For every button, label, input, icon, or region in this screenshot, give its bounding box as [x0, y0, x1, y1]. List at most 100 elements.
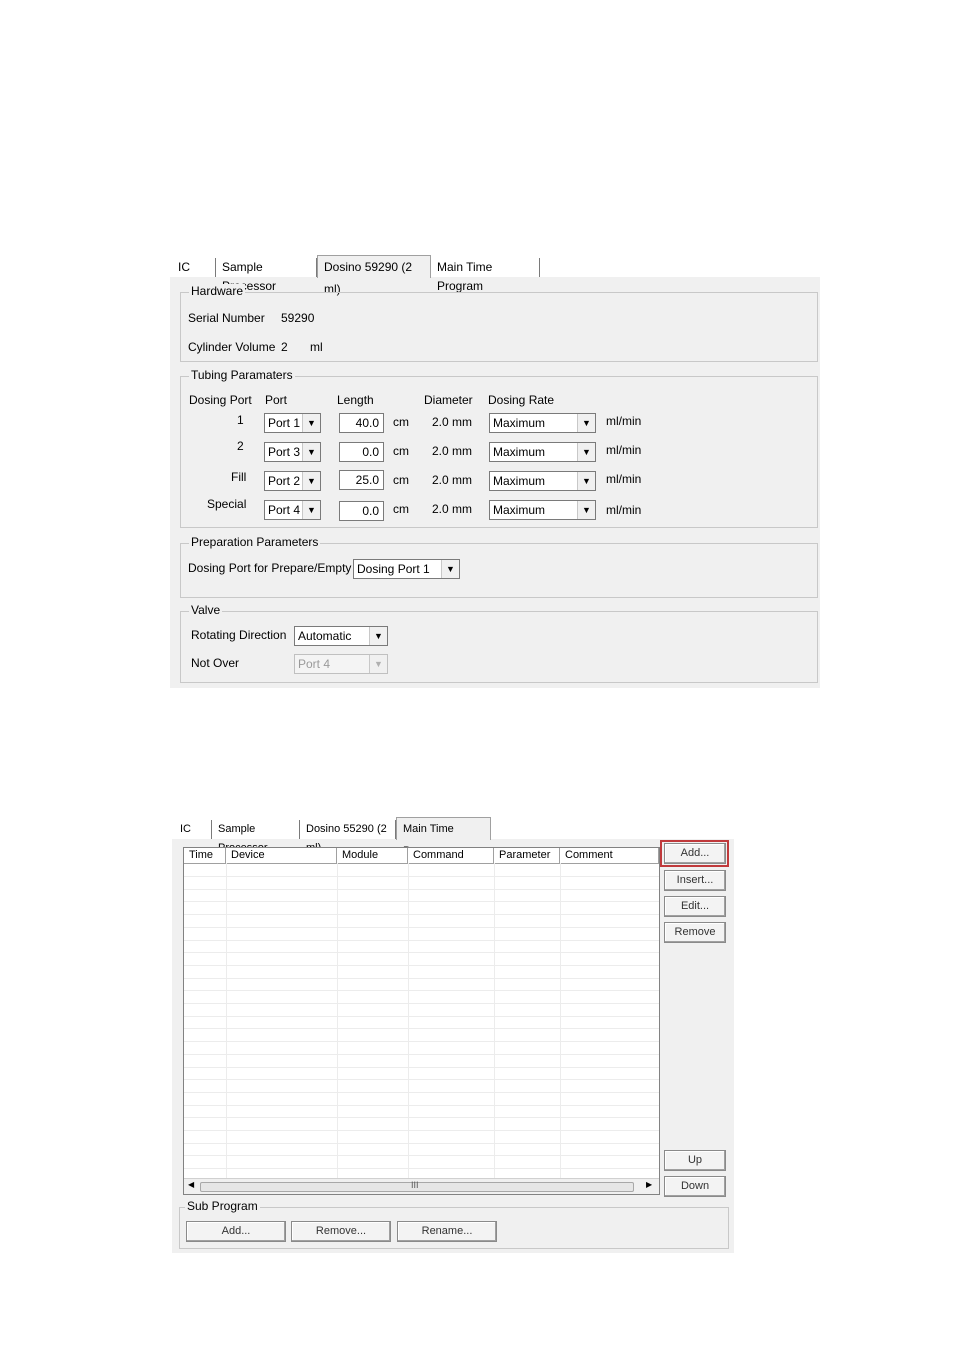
grid-row-line — [184, 888, 659, 890]
insert-step-button[interactable]: Insert... — [664, 870, 726, 891]
rotating-direction-select[interactable]: Automatic ▼ — [294, 626, 388, 646]
dosing-port-label: Fill — [231, 470, 247, 484]
dosino-settings-window: IC Sample Processor Dosino 59290 (2 ml) … — [170, 255, 820, 688]
header-dosing-rate: Dosing Rate — [488, 393, 555, 407]
chevron-down-icon[interactable]: ▼ — [577, 472, 595, 490]
main-time-program-window: IC Sample Processor Dosino 55290 (2 ml) … — [172, 817, 734, 1253]
time-program-table[interactable]: Time Device Module Command Parameter Com… — [183, 847, 660, 1195]
port-select-value: Port 3 — [268, 445, 301, 459]
sub-program-rename-button[interactable]: Rename... — [397, 1221, 497, 1242]
tab-sample-processor[interactable]: Sample Processor — [212, 820, 300, 854]
tab-strip: IC Sample Processor Dosino 59290 (2 ml) … — [170, 255, 820, 296]
diameter-value: 2.0 mm — [432, 502, 473, 516]
grid-row-line — [184, 1168, 659, 1170]
hardware-group: Hardware Serial Number 59290 Cylinder Vo… — [180, 284, 818, 362]
column-header-module[interactable]: Module — [337, 848, 408, 863]
diameter-value: 2.0 mm — [432, 473, 473, 487]
length-input[interactable]: 0.0 — [339, 501, 384, 521]
dosing-rate-select[interactable]: Maximum ▼ — [489, 500, 596, 520]
move-down-button[interactable]: Down — [664, 1176, 726, 1197]
dosing-rate-select[interactable]: Maximum ▼ — [489, 413, 596, 433]
not-over-select[interactable]: Port 4 ▼ — [294, 654, 388, 674]
chevron-down-icon[interactable]: ▼ — [302, 414, 320, 432]
valve-group: Valve Rotating Direction Automatic ▼ Not … — [180, 603, 818, 683]
move-up-button[interactable]: Up — [664, 1150, 726, 1171]
prepare-empty-value: Dosing Port 1 — [357, 562, 430, 576]
chevron-down-icon[interactable]: ▼ — [302, 501, 320, 519]
grid-row-line — [184, 1142, 659, 1144]
grid-row-line — [184, 1117, 659, 1119]
chevron-down-icon[interactable]: ▼ — [369, 627, 387, 645]
port-select[interactable]: Port 1 ▼ — [264, 413, 321, 433]
chevron-down-icon[interactable]: ▼ — [577, 501, 595, 519]
length-unit: cm — [393, 444, 409, 458]
dosing-port-label: 1 — [237, 413, 244, 427]
grid-row-line — [184, 1015, 659, 1017]
grid-row-line — [184, 926, 659, 928]
port-select-value: Port 4 — [268, 503, 301, 517]
grid-column-line — [226, 863, 227, 1178]
tab-main-time-program[interactable]: Main Time Program — [396, 817, 491, 857]
scroll-grip-icon: III — [411, 1180, 419, 1190]
add-button-highlight — [660, 840, 729, 867]
preparation-title: Preparation Parameters — [189, 535, 321, 549]
chevron-down-icon[interactable]: ▼ — [577, 443, 595, 461]
chevron-down-icon[interactable]: ▼ — [577, 414, 595, 432]
scroll-right-icon[interactable]: ▶ — [646, 1180, 652, 1189]
grid-row-line — [184, 964, 659, 966]
grid-column-line — [408, 863, 409, 1178]
length-input[interactable]: 0.0 — [339, 442, 384, 462]
remove-step-button[interactable]: Remove — [664, 922, 726, 943]
tab-dosino[interactable]: Dosino 55290 (2 ml) — [300, 820, 396, 854]
horizontal-scrollbar[interactable]: ◀ III ▶ — [184, 1178, 659, 1194]
dosing-rate-select[interactable]: Maximum ▼ — [489, 442, 596, 462]
tab-dosino[interactable]: Dosino 59290 (2 ml) — [317, 255, 431, 296]
tubing-parameters-group: Tubing Paramaters Dosing Port Port Lengt… — [180, 368, 818, 528]
header-port: Port — [265, 393, 288, 407]
length-input[interactable]: 40.0 — [339, 413, 384, 433]
grid-column-line — [494, 863, 495, 1178]
prepare-empty-select[interactable]: Dosing Port 1 ▼ — [353, 559, 460, 579]
grid-row-line — [184, 1155, 659, 1157]
grid-row-line — [184, 977, 659, 979]
valve-title: Valve — [189, 603, 223, 617]
column-header-device[interactable]: Device — [226, 848, 337, 863]
tab-sample-processor[interactable]: Sample Processor — [216, 258, 317, 293]
grid-row-line — [184, 1003, 659, 1004]
port-select[interactable]: Port 2 ▼ — [264, 471, 321, 491]
sub-program-add-button[interactable]: Add... — [186, 1221, 286, 1242]
grid-row-line — [184, 876, 659, 877]
tab-strip: IC Sample Processor Dosino 55290 (2 ml) … — [172, 817, 734, 857]
length-input[interactable]: 25.0 — [339, 470, 384, 490]
dosing-rate-select[interactable]: Maximum ▼ — [489, 471, 596, 491]
port-select-value: Port 2 — [268, 474, 301, 488]
scroll-left-icon[interactable]: ◀ — [188, 1180, 194, 1189]
chevron-down-icon[interactable]: ▼ — [441, 560, 459, 578]
cylinder-volume-value: 2 — [281, 340, 288, 354]
serial-number-value: 59290 — [281, 311, 315, 325]
column-header-time[interactable]: Time — [184, 848, 226, 863]
length-unit: cm — [393, 415, 409, 429]
table-header: Time Device Module Command Parameter Com… — [184, 848, 659, 864]
scroll-thumb[interactable]: III — [200, 1180, 634, 1192]
tab-main-time-program[interactable]: Main Time Program — [431, 258, 540, 293]
tab-ic[interactable]: IC — [174, 820, 212, 839]
column-header-parameter[interactable]: Parameter — [494, 848, 560, 863]
tab-ic[interactable]: IC — [172, 258, 216, 277]
port-select-value: Port 1 — [268, 416, 301, 430]
chevron-down-icon[interactable]: ▼ — [302, 472, 320, 490]
column-header-command[interactable]: Command — [408, 848, 494, 863]
chevron-down-icon[interactable]: ▼ — [369, 655, 387, 673]
grid-row-line — [184, 939, 659, 941]
port-select[interactable]: Port 3 ▼ — [264, 442, 321, 462]
grid-row-line — [184, 990, 659, 992]
column-header-comment[interactable]: Comment — [560, 848, 659, 863]
dosing-rate-value: Maximum — [493, 474, 546, 488]
grid-column-line — [337, 863, 338, 1178]
cylinder-volume-label: Cylinder Volume — [188, 340, 276, 354]
grid-row-line — [184, 901, 659, 903]
chevron-down-icon[interactable]: ▼ — [302, 443, 320, 461]
port-select[interactable]: Port 4 ▼ — [264, 500, 321, 520]
edit-step-button[interactable]: Edit... — [664, 896, 726, 917]
sub-program-remove-button[interactable]: Remove... — [291, 1221, 391, 1242]
